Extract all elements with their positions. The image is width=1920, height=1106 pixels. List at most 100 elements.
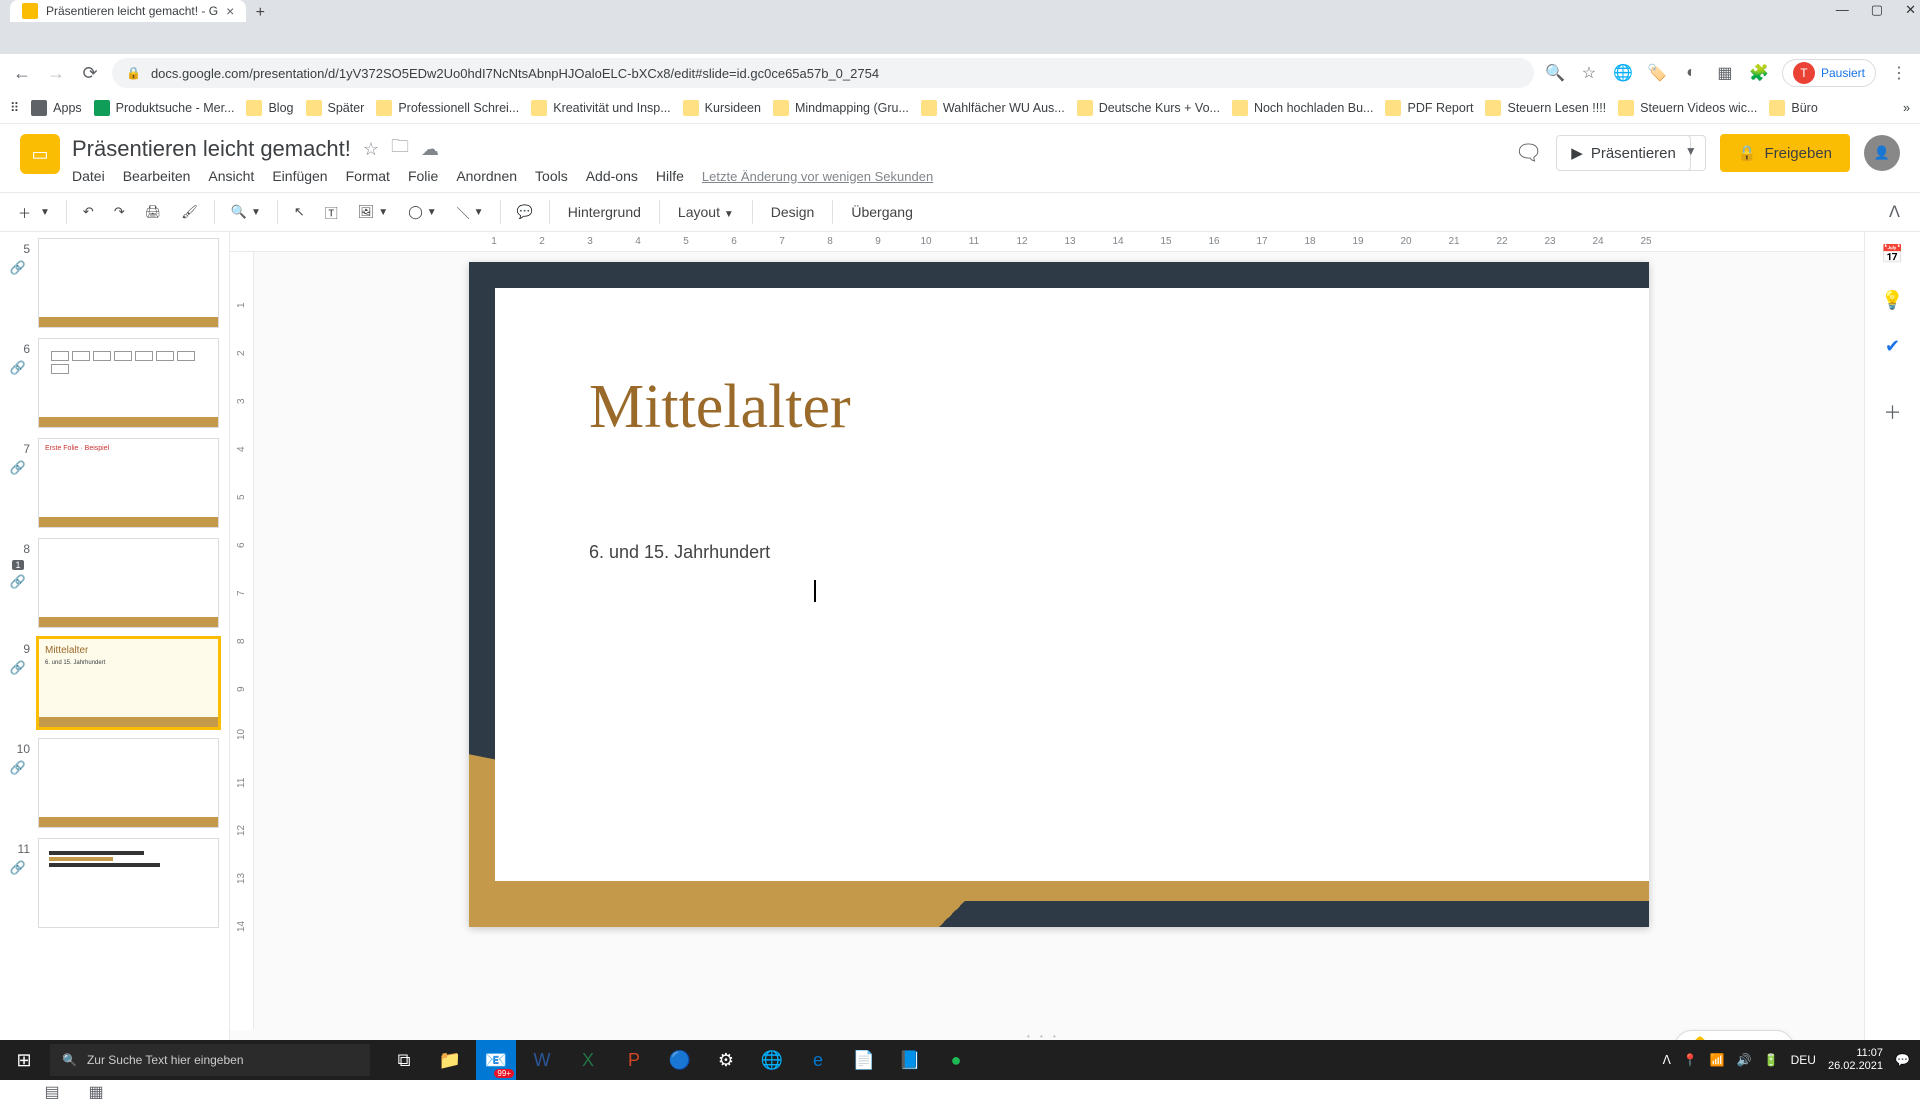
bookmark-star-icon[interactable]: ☆ [1578, 62, 1600, 84]
bookmark-item[interactable]: Deutsche Kurs + Vo... [1077, 100, 1220, 116]
transition-button[interactable]: Übergang [841, 198, 923, 226]
slide-canvas[interactable]: Mittelalter 6. und 15. Jahrhundert [469, 262, 1649, 927]
share-button[interactable]: 🔒 Freigeben [1720, 134, 1850, 172]
bookmark-item[interactable]: Kreativität und Insp... [531, 100, 670, 116]
bookmark-item[interactable]: Blog [246, 100, 293, 116]
slide-thumbnail[interactable] [38, 838, 219, 928]
menu-arrange[interactable]: Anordnen [456, 168, 517, 184]
powerpoint-icon[interactable]: P [614, 1040, 654, 1080]
menu-tools[interactable]: Tools [535, 168, 568, 184]
extension-icon-2[interactable]: ▦ [1714, 62, 1736, 84]
address-bar[interactable]: 🔒 docs.google.com/presentation/d/1yV372S… [112, 58, 1534, 88]
bookmark-item[interactable]: PDF Report [1385, 100, 1473, 116]
design-button[interactable]: Design [761, 198, 825, 226]
slide-thumbnail[interactable] [38, 338, 219, 428]
tab-close-icon[interactable]: × [226, 3, 234, 19]
paint-format-button[interactable]: 🖌 [173, 198, 206, 226]
move-icon[interactable]: 🗀 [391, 134, 409, 164]
bookmark-item[interactable]: Noch hochladen Bu... [1232, 100, 1374, 116]
wifi-icon[interactable]: 📶 [1710, 1053, 1725, 1067]
redo-button[interactable]: ↷ [106, 198, 133, 226]
layout-button[interactable]: Layout ▼ [668, 198, 744, 226]
pane-drag-handle[interactable]: • • • [230, 1030, 1864, 1038]
zoom-tool[interactable]: 🔍▼ [223, 198, 269, 226]
explorer-icon[interactable]: 📁 [430, 1040, 470, 1080]
notepad-icon[interactable]: 📄 [844, 1040, 884, 1080]
reload-button[interactable]: ⟳ [78, 61, 102, 85]
window-maximize-icon[interactable]: ▢ [1871, 2, 1883, 18]
comments-icon[interactable]: 🗨 [1514, 140, 1542, 166]
bookmark-item[interactable]: Steuern Lesen !!!! [1485, 100, 1606, 116]
back-button[interactable]: ← [10, 61, 34, 85]
bookmark-item[interactable]: Mindmapping (Gru... [773, 100, 909, 116]
comment-tool[interactable]: 💬 [509, 198, 541, 226]
bookmark-item[interactable]: Steuern Videos wic... [1618, 100, 1757, 116]
extension-icon-1[interactable]: ◐ [1680, 62, 1702, 84]
slide-thumbnail[interactable]: Mittelalter6. und 15. Jahrhundert [38, 638, 219, 728]
slide-thumbnail[interactable] [38, 238, 219, 328]
account-avatar[interactable]: 👤 [1864, 135, 1900, 171]
menu-view[interactable]: Ansicht [208, 168, 254, 184]
menu-help[interactable]: Hilfe [656, 168, 684, 184]
menu-slide[interactable]: Folie [408, 168, 438, 184]
grid-view-icon[interactable]: ▦ [84, 1080, 108, 1104]
app-icon-1[interactable]: 🔵 [660, 1040, 700, 1080]
menu-insert[interactable]: Einfügen [272, 168, 327, 184]
clock[interactable]: 11:07 26.02.2021 [1828, 1047, 1883, 1073]
present-button[interactable]: ▶ Präsentieren [1556, 135, 1691, 171]
chrome-icon[interactable]: 🌐 [752, 1040, 792, 1080]
version-history-link[interactable]: Letzte Änderung vor wenigen Sekunden [702, 169, 933, 184]
bookmark-item[interactable]: Professionell Schrei... [376, 100, 519, 116]
tasks-icon[interactable]: ✔ [1881, 334, 1905, 358]
notifications-icon[interactable]: 💬 [1895, 1053, 1910, 1067]
bookmark-item[interactable]: Produktsuche - Mer... [94, 100, 235, 116]
menu-file[interactable]: Datei [72, 168, 105, 184]
browser-tab[interactable]: Präsentieren leicht gemacht! - G × [10, 0, 246, 22]
slide-subtitle-text[interactable]: 6. und 15. Jahrhundert [589, 542, 770, 563]
keep-icon[interactable]: 💡 [1881, 288, 1905, 312]
select-tool[interactable]: ↖ [286, 198, 313, 226]
slide-thumbnail[interactable] [38, 538, 219, 628]
window-close-icon[interactable]: ✕ [1905, 2, 1916, 18]
menu-format[interactable]: Format [346, 168, 390, 184]
taskbar-search[interactable]: 🔍 Zur Suche Text hier eingeben [50, 1044, 370, 1076]
doc-title[interactable]: Präsentieren leicht gemacht! [72, 136, 351, 162]
image-tool[interactable]: 🖼▼ [350, 198, 396, 226]
bookmark-item[interactable]: Büro [1769, 100, 1817, 116]
textbox-tool[interactable]: 🅃 [317, 197, 346, 228]
mail-icon[interactable]: 📧99+ [476, 1040, 516, 1080]
extensions-puzzle-icon[interactable]: 🧩 [1748, 62, 1770, 84]
calendar-icon[interactable]: 📅 [1881, 242, 1905, 266]
profile-pause-pill[interactable]: T Pausiert [1782, 59, 1876, 87]
app-icon-3[interactable]: 📘 [890, 1040, 930, 1080]
slide-title-text[interactable]: Mittelalter [589, 372, 851, 443]
bookmark-item[interactable]: Kursideen [683, 100, 761, 116]
collapse-toolbar-icon[interactable]: ᐱ [1879, 196, 1910, 228]
word-icon[interactable]: W [522, 1040, 562, 1080]
slides-logo[interactable]: ▭ [20, 134, 60, 174]
excel-icon[interactable]: X [568, 1040, 608, 1080]
bookmarks-overflow-icon[interactable]: » [1903, 101, 1910, 115]
bookmark-item[interactable]: Wahlfächer WU Aus... [921, 100, 1065, 116]
app-icon-2[interactable]: ⚙ [706, 1040, 746, 1080]
volume-icon[interactable]: 🔊 [1737, 1053, 1752, 1067]
bookmark-item[interactable]: Später [306, 100, 365, 116]
shopping-tag-icon[interactable]: 🏷️ [1646, 62, 1668, 84]
translate-icon[interactable]: 🌐 [1612, 62, 1634, 84]
present-dropdown[interactable]: ▼ [1677, 135, 1706, 171]
undo-button[interactable]: ↶ [75, 198, 102, 226]
chrome-menu-icon[interactable]: ⋮ [1888, 62, 1910, 84]
spotify-icon[interactable]: ● [936, 1040, 976, 1080]
window-minimize-icon[interactable]: — [1836, 2, 1849, 18]
start-button[interactable]: ⊞ [0, 1040, 48, 1080]
bookmark-item[interactable]: Apps [31, 100, 82, 116]
location-icon[interactable]: 📍 [1683, 1053, 1698, 1067]
filmstrip[interactable]: 5🔗6🔗7🔗Erste Folie · Beispiel81🔗9🔗Mittela… [0, 232, 230, 1076]
line-tool[interactable]: ＼▼ [449, 197, 492, 228]
apps-grid-icon[interactable]: ⠿ [10, 100, 19, 115]
language-indicator[interactable]: DEU [1791, 1053, 1816, 1067]
task-view-icon[interactable]: ⧉ [384, 1040, 424, 1080]
battery-icon[interactable]: 🔋 [1764, 1053, 1779, 1067]
menu-edit[interactable]: Bearbeiten [123, 168, 191, 184]
star-icon[interactable]: ☆ [363, 139, 379, 160]
